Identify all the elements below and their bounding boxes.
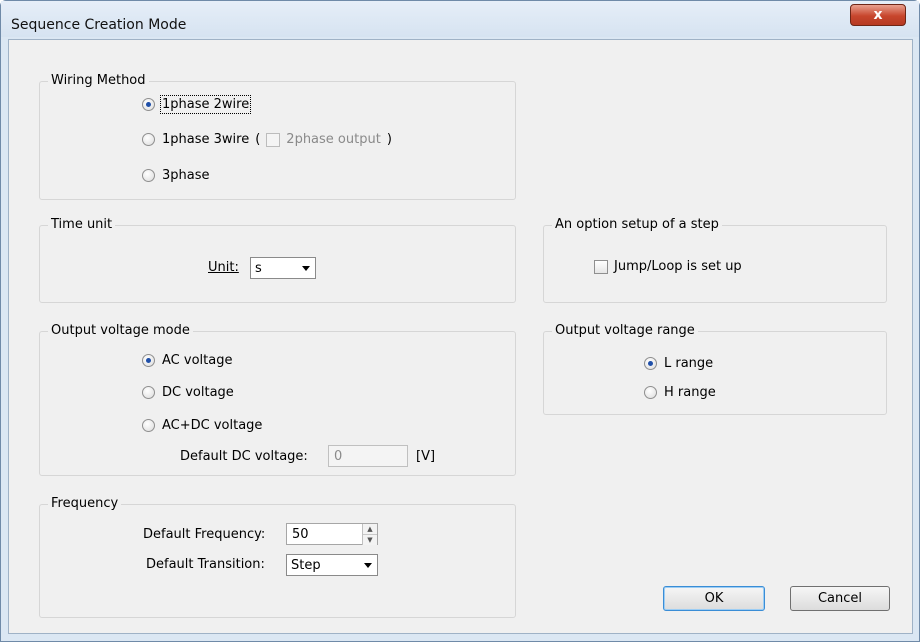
radio-label: L range — [664, 356, 714, 371]
paren-open: ( — [255, 132, 261, 147]
radio-button-icon — [142, 133, 155, 146]
close-icon: x — [873, 7, 883, 23]
radio-label: AC voltage — [162, 353, 233, 368]
output-voltage-range-title: Output voltage range — [552, 323, 698, 339]
radio-l-range[interactable]: L range — [644, 356, 713, 371]
two-phase-output-label: 2phase output — [286, 132, 381, 147]
default-frequency-label: Default Frequency: — [143, 527, 266, 542]
radio-label: AC+DC voltage — [162, 418, 263, 433]
wiring-method-group: Wiring Method 1phase 2wire 1phase 3wire … — [39, 73, 516, 200]
default-dc-voltage-label: Default DC voltage: — [180, 449, 308, 464]
cancel-button-label: Cancel — [817, 591, 863, 606]
radio-label: H range — [664, 385, 716, 400]
two-phase-output-checkbox[interactable] — [266, 132, 281, 147]
default-dc-voltage-value: 0 — [334, 448, 343, 464]
chevron-down-icon — [364, 563, 372, 568]
dialog-client-area: Wiring Method 1phase 2wire 1phase 3wire … — [8, 39, 913, 634]
chevron-down-icon — [302, 266, 310, 271]
radio-button-icon — [142, 98, 155, 111]
radio-h-range[interactable]: H range — [644, 385, 716, 400]
default-frequency-value: 50 — [292, 526, 309, 542]
radio-label: DC voltage — [162, 385, 234, 400]
radio-button-icon — [644, 386, 657, 399]
frequency-group: Frequency Default Frequency: 50 ▲ ▼ Defa… — [39, 496, 516, 618]
default-dc-voltage-input[interactable]: 0 — [328, 445, 408, 467]
radio-button-icon — [644, 357, 657, 370]
radio-label: 1phase 2wire — [159, 95, 252, 114]
wiring-method-title: Wiring Method — [48, 73, 149, 89]
time-unit-title: Time unit — [48, 217, 116, 233]
jump-loop-checkbox-row[interactable]: Jump/Loop is set up — [594, 259, 742, 274]
dialog-window: Sequence Creation Mode x Wiring Method 1… — [0, 0, 920, 642]
default-transition-select[interactable]: Step — [286, 554, 378, 576]
frequency-title: Frequency — [48, 496, 122, 512]
radio-button-icon — [142, 169, 155, 182]
step-option-group: An option setup of a step Jump/Loop is s… — [543, 217, 887, 303]
default-transition-label: Default Transition: — [146, 557, 265, 572]
voltage-unit-label: [V] — [416, 449, 436, 464]
title-bar[interactable]: Sequence Creation Mode x — [1, 1, 919, 37]
step-option-title: An option setup of a step — [552, 217, 722, 233]
radio-button-icon — [142, 354, 155, 367]
unit-select-value: s — [255, 260, 262, 276]
radio-button-icon — [142, 419, 155, 432]
jump-loop-label: Jump/Loop is set up — [614, 259, 742, 274]
unit-select[interactable]: s — [250, 257, 316, 279]
default-frequency-input[interactable]: 50 ▲ ▼ — [286, 523, 378, 545]
ok-button[interactable]: OK — [663, 586, 765, 611]
spin-down-icon[interactable]: ▼ — [363, 534, 377, 545]
output-voltage-range-group: Output voltage range L range H range — [543, 323, 887, 415]
close-button[interactable]: x — [850, 4, 906, 26]
window-title: Sequence Creation Mode — [11, 17, 187, 33]
radio-1phase-2wire[interactable]: 1phase 2wire — [142, 95, 252, 114]
radio-dc-voltage[interactable]: DC voltage — [142, 385, 234, 400]
paren-close: ) — [386, 132, 392, 147]
radio-3phase[interactable]: 3phase — [142, 168, 210, 183]
radio-label: 3phase — [162, 168, 210, 183]
radio-acdc-voltage[interactable]: AC+DC voltage — [142, 418, 262, 433]
cancel-button[interactable]: Cancel — [790, 586, 890, 611]
ok-button-label: OK — [704, 591, 724, 606]
spin-up-icon[interactable]: ▲ — [363, 524, 377, 534]
frequency-spinner[interactable]: ▲ ▼ — [362, 524, 377, 545]
time-unit-group: Time unit Unit: s — [39, 217, 516, 303]
unit-label: Unit: — [208, 260, 239, 275]
radio-button-icon — [142, 386, 155, 399]
output-voltage-mode-title: Output voltage mode — [48, 323, 193, 339]
radio-label: 1phase 3wire — [162, 132, 250, 147]
radio-1phase-3wire[interactable]: 1phase 3wire ( 2phase output ) — [142, 132, 392, 147]
jump-loop-checkbox[interactable] — [594, 259, 608, 274]
radio-ac-voltage[interactable]: AC voltage — [142, 353, 232, 368]
output-voltage-mode-group: Output voltage mode AC voltage DC voltag… — [39, 323, 516, 476]
default-transition-value: Step — [291, 557, 321, 573]
